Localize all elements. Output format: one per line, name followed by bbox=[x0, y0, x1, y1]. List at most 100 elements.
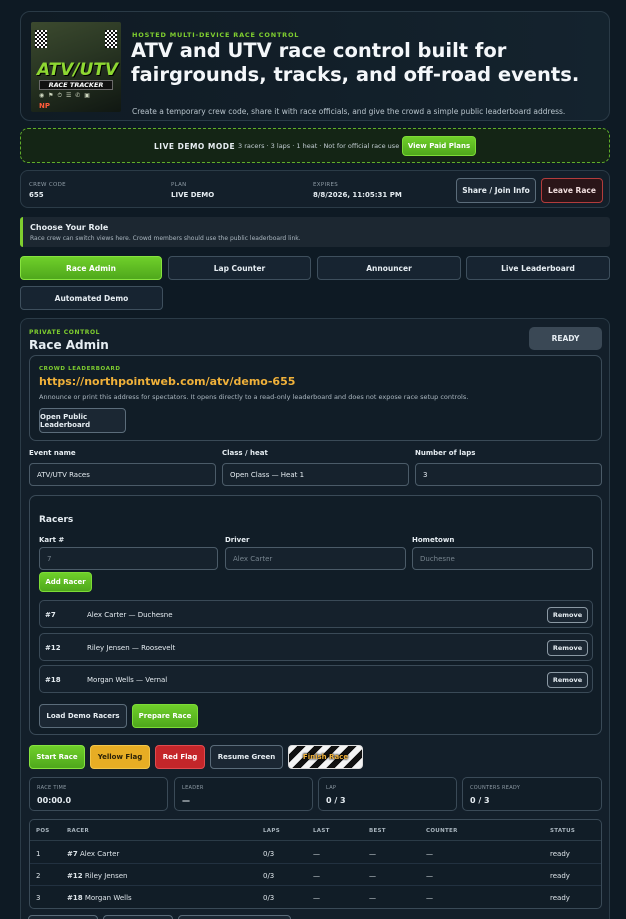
col-best: BEST bbox=[369, 828, 386, 834]
stat-value: 0 / 3 bbox=[470, 796, 490, 805]
col-counter: COUNTER bbox=[426, 828, 458, 834]
row-status: ready bbox=[550, 894, 570, 902]
open-public-leaderboard-button[interactable]: Open Public Leaderboard bbox=[39, 408, 126, 433]
crowd-leaderboard-box: CROWD LEADERBOARD https://northpointweb.… bbox=[29, 355, 602, 441]
event-name-input[interactable]: ATV/UTV Races bbox=[29, 463, 216, 486]
racer-name: Alex Carter — Duchesne bbox=[87, 611, 173, 619]
driver-label: Driver bbox=[225, 536, 250, 544]
racer-row: #12 Riley Jensen — Roosevelt Remove bbox=[39, 633, 593, 661]
stat-label: COUNTERS READY bbox=[470, 785, 521, 791]
class-heat-label: Class / heat bbox=[222, 449, 268, 457]
partial-button[interactable] bbox=[103, 915, 173, 919]
laps-label: Number of laps bbox=[415, 449, 476, 457]
demo-mode-banner: LIVE DEMO MODE 3 racers · 3 laps · 1 hea… bbox=[20, 128, 610, 163]
racer-name: Morgan Wells — Vernal bbox=[87, 676, 168, 684]
crew-code-value: 655 bbox=[29, 191, 44, 199]
leaderboard-url[interactable]: https://northpointweb.com/atv/demo-655 bbox=[39, 375, 295, 388]
hometown-input[interactable]: Duchesne bbox=[412, 547, 593, 570]
resume-green-button[interactable]: Resume Green bbox=[210, 745, 283, 769]
tab-live-leaderboard[interactable]: Live Leaderboard bbox=[466, 256, 610, 280]
hometown-label: Hometown bbox=[412, 536, 455, 544]
row-racer: #7 Alex Carter bbox=[67, 850, 119, 858]
row-status: ready bbox=[550, 850, 570, 858]
stat-label: LEADER bbox=[182, 785, 204, 791]
feature-icons: ◉ ⚑ ⏱ ☰ ✆ ▣ bbox=[39, 92, 91, 99]
partial-button[interactable] bbox=[178, 915, 291, 919]
racers-section: Racers Kart # 7 Driver Alex Carter Homet… bbox=[29, 495, 602, 735]
add-racer-button[interactable]: Add Racer bbox=[39, 572, 92, 592]
row-best: — bbox=[369, 872, 376, 880]
table-header: POS RACER LAPS LAST BEST COUNTER STATUS bbox=[30, 820, 601, 841]
kart-input[interactable]: 7 bbox=[39, 547, 218, 570]
role-chooser: Choose Your Role Race crew can switch vi… bbox=[20, 217, 610, 247]
row-laps: 0/3 bbox=[263, 850, 275, 858]
row-status: ready bbox=[550, 872, 570, 880]
brand-mark: NP bbox=[39, 102, 50, 110]
remove-racer-button[interactable]: Remove bbox=[547, 607, 588, 623]
col-laps: LAPS bbox=[263, 828, 280, 834]
row-racer: #12 Riley Jensen bbox=[67, 872, 127, 880]
logo-subtitle: RACE TRACKER bbox=[39, 80, 113, 90]
col-last: LAST bbox=[313, 828, 330, 834]
tab-race-admin[interactable]: Race Admin bbox=[20, 256, 162, 280]
start-race-button[interactable]: Start Race bbox=[29, 745, 85, 769]
row-laps: 0/3 bbox=[263, 894, 275, 902]
row-racer-number: #12 bbox=[67, 872, 83, 880]
tab-automated-demo[interactable]: Automated Demo bbox=[20, 286, 163, 310]
share-join-button[interactable]: Share / Join Info bbox=[456, 178, 536, 203]
finish-race-button[interactable]: Finish Race bbox=[288, 745, 363, 769]
hero-subtitle: Create a temporary crew code, share it w… bbox=[132, 107, 566, 116]
row-racer-name: Alex Carter bbox=[79, 850, 120, 858]
lap-stat: LAP 0 / 3 bbox=[318, 777, 457, 811]
row-last: — bbox=[313, 894, 320, 902]
plan-label: PLAN bbox=[171, 182, 187, 188]
admin-title: Race Admin bbox=[29, 338, 109, 352]
leaderboard-kicker: CROWD LEADERBOARD bbox=[39, 366, 121, 372]
row-racer-name: Morgan Wells bbox=[84, 894, 132, 902]
row-last: — bbox=[313, 872, 320, 880]
row-counter: — bbox=[426, 872, 433, 880]
racer-row: #7 Alex Carter — Duchesne Remove bbox=[39, 600, 593, 628]
stat-label: LAP bbox=[326, 785, 337, 791]
row-racer-number: #18 bbox=[67, 894, 83, 902]
race-admin-panel: PRIVATE CONTROL Race Admin READY CROWD L… bbox=[20, 318, 610, 919]
demo-info: 3 racers · 3 laps · 1 heat · Not for off… bbox=[238, 142, 400, 150]
table-row: 1 #7 Alex Carter 0/3 — — — ready bbox=[30, 842, 601, 864]
row-racer: #18 Morgan Wells bbox=[67, 894, 132, 902]
row-pos: 1 bbox=[36, 850, 41, 858]
remove-racer-button[interactable]: Remove bbox=[547, 672, 588, 688]
page-title: ATV and UTV race control built for fairg… bbox=[131, 39, 580, 86]
view-paid-plans-button[interactable]: View Paid Plans bbox=[402, 136, 476, 156]
row-racer-number: #7 bbox=[67, 850, 78, 858]
laps-input[interactable]: 3 bbox=[415, 463, 602, 486]
class-heat-input[interactable]: Open Class — Heat 1 bbox=[222, 463, 409, 486]
tab-lap-counter[interactable]: Lap Counter bbox=[168, 256, 311, 280]
row-laps: 0/3 bbox=[263, 872, 275, 880]
racer-name: Riley Jensen — Roosevelt bbox=[87, 644, 176, 652]
prepare-race-button[interactable]: Prepare Race bbox=[132, 704, 198, 728]
counters-ready-stat: COUNTERS READY 0 / 3 bbox=[462, 777, 602, 811]
logo-title: ATV/UTV bbox=[37, 60, 119, 80]
leave-race-button[interactable]: Leave Race bbox=[541, 178, 603, 203]
hero-banner: ATV/UTV RACE TRACKER ◉ ⚑ ⏱ ☰ ✆ ▣ NP HOST… bbox=[20, 11, 610, 121]
checkered-flag-icon bbox=[105, 30, 117, 48]
partial-button[interactable] bbox=[28, 915, 98, 919]
stat-label: RACE TIME bbox=[37, 785, 67, 791]
admin-kicker: PRIVATE CONTROL bbox=[29, 329, 101, 336]
row-counter: — bbox=[426, 850, 433, 858]
row-last: — bbox=[313, 850, 320, 858]
driver-input[interactable]: Alex Carter bbox=[225, 547, 406, 570]
crew-info-bar: CREW CODE 655 PLAN LIVE DEMO EXPIRES 8/8… bbox=[20, 170, 610, 208]
yellow-flag-button[interactable]: Yellow Flag bbox=[90, 745, 150, 769]
remove-racer-button[interactable]: Remove bbox=[547, 640, 588, 656]
app-logo: ATV/UTV RACE TRACKER ◉ ⚑ ⏱ ☰ ✆ ▣ NP bbox=[31, 22, 121, 112]
load-demo-racers-button[interactable]: Load Demo Racers bbox=[39, 704, 127, 728]
role-title: Choose Your Role bbox=[30, 223, 109, 232]
red-flag-button[interactable]: Red Flag bbox=[155, 745, 205, 769]
race-time-stat: RACE TIME 00:00.0 bbox=[29, 777, 168, 811]
event-name-label: Event name bbox=[29, 449, 76, 457]
role-subtitle: Race crew can switch views here. Crowd m… bbox=[30, 235, 301, 242]
tab-announcer[interactable]: Announcer bbox=[317, 256, 461, 280]
col-racer: RACER bbox=[67, 828, 90, 834]
row-racer-name: Riley Jensen bbox=[84, 872, 128, 880]
